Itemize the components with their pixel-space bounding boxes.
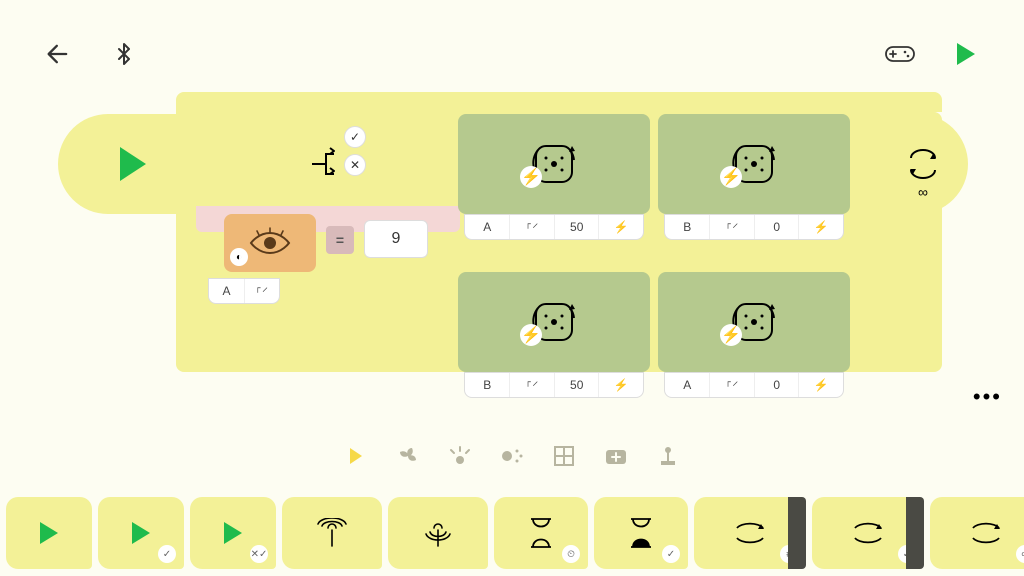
palette-wait-until[interactable]: ✓ (594, 497, 688, 569)
condition-row: ◐ = 9 (196, 206, 460, 274)
controller-button[interactable] (878, 32, 922, 76)
grid-icon (553, 445, 575, 467)
motor-block[interactable]: ⚡ (658, 114, 850, 214)
arrow-left-icon (44, 40, 72, 68)
switch-block[interactable] (198, 114, 458, 214)
more-menu-button[interactable]: ••• (973, 384, 1002, 410)
category-sound[interactable] (497, 441, 527, 471)
antenna-recv-icon (418, 518, 458, 548)
run-button[interactable] (944, 32, 988, 76)
flash-icon: ⚡ (720, 324, 742, 346)
program-canvas[interactable]: ✓ ✕ ◐ = 9 A ⸀⸍ ⚡ ⚡ ⚡ ⚡ A (58, 92, 968, 402)
palette-wait-time[interactable]: ⏲ (494, 497, 588, 569)
motor-params[interactable]: A ⸀⸍ 0 ⚡ (664, 372, 844, 398)
bluetooth-button[interactable] (102, 32, 146, 76)
color-white-icon: ◐ (230, 248, 248, 266)
loop-icon (849, 516, 887, 550)
category-event[interactable] (601, 441, 631, 471)
branch-false-button[interactable]: ✕ (344, 154, 366, 176)
palette-receive[interactable] (388, 497, 488, 569)
motor-params[interactable]: B ⸀⸍ 0 ⚡ (664, 214, 844, 240)
hourglass-icon (627, 515, 655, 551)
flash-icon: ⚡ (720, 166, 742, 188)
port-label: A (209, 279, 244, 303)
palette-loop-count[interactable]: # (694, 497, 806, 569)
motor-block[interactable]: ⚡ (458, 272, 650, 372)
palette-start[interactable] (6, 497, 92, 569)
category-motor[interactable] (393, 441, 423, 471)
sound-icon (499, 445, 525, 467)
loop-icon (901, 142, 945, 186)
category-display[interactable] (549, 441, 579, 471)
eye-rays-icon (447, 446, 473, 466)
palette-broadcast[interactable] (282, 497, 382, 569)
back-button[interactable] (36, 32, 80, 76)
equals-operator[interactable]: = (326, 226, 354, 254)
palette-start-if[interactable]: ✓ (98, 497, 184, 569)
container-top (176, 92, 942, 112)
category-light[interactable] (445, 441, 475, 471)
loop-mode-label: ∞ (918, 184, 928, 200)
motor-params[interactable]: B ⸀⸍ 50 ⚡ (464, 372, 644, 398)
x-icon: ✕ (350, 158, 360, 172)
eye-icon (247, 227, 293, 259)
color-sensor-block[interactable]: ◐ (224, 214, 316, 272)
block-palette[interactable]: ✓ ✕✓ ⏲ ✓ # ✓ ∞ (0, 490, 1024, 576)
loop-icon (731, 516, 769, 550)
loop-icon (967, 516, 1005, 550)
start-block[interactable] (58, 114, 208, 214)
branch-true-button[interactable]: ✓ (344, 126, 366, 148)
hourglass-icon (527, 515, 555, 551)
condition-value-input[interactable]: 9 (364, 220, 428, 258)
category-flow[interactable] (341, 441, 371, 471)
play-icon (957, 43, 975, 65)
joystick-icon (657, 445, 679, 467)
gamepad-icon (885, 43, 915, 65)
bluetooth-icon (112, 42, 136, 66)
category-tabs (0, 436, 1024, 476)
antenna-send-icon (312, 518, 352, 548)
sensor-port-selector[interactable]: A ⸀⸍ (208, 278, 280, 304)
plus-card-icon (604, 446, 628, 466)
fan-icon (396, 444, 420, 468)
check-icon: ✓ (350, 130, 360, 144)
category-more[interactable] (653, 441, 683, 471)
palette-loop-forever[interactable]: ∞ (930, 497, 1024, 569)
play-icon (120, 147, 146, 181)
motor-block[interactable]: ⚡ (658, 272, 850, 372)
palette-start-ifelse[interactable]: ✕✓ (190, 497, 276, 569)
flash-icon: ⚡ (520, 324, 542, 346)
flash-icon: ⚡ (520, 166, 542, 188)
motor-block[interactable]: ⚡ (458, 114, 650, 214)
motor-params[interactable]: A ⸀⸍ 50 ⚡ (464, 214, 644, 240)
mode-label: ⸀⸍ (244, 279, 279, 303)
loop-end-block[interactable]: ∞ (878, 114, 968, 214)
palette-loop-until[interactable]: ✓ (812, 497, 924, 569)
